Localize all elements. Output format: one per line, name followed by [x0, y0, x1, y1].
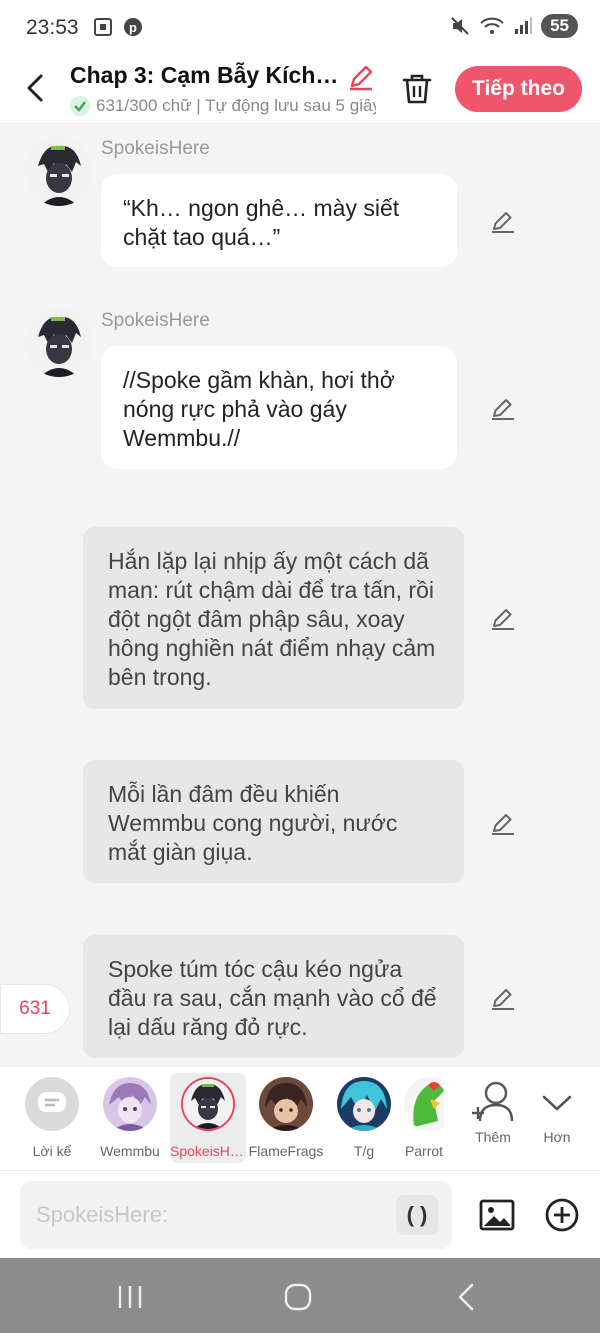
insert-image-button[interactable]	[478, 1196, 516, 1234]
status-time: 23:53	[26, 16, 79, 39]
character-label: Wemmbu	[100, 1143, 160, 1159]
nav-back-icon	[458, 1283, 474, 1311]
avatar	[337, 1077, 391, 1131]
collapse-label: Hơn	[543, 1129, 571, 1145]
pencil-icon	[350, 65, 373, 91]
collapse-characters-button[interactable]: Hơn	[520, 1073, 594, 1163]
speaker-name: SpokeisHere	[101, 138, 210, 159]
wifi-icon	[480, 17, 504, 34]
next-button[interactable]: Tiếp theo	[455, 66, 582, 112]
character-flamefrags[interactable]: FlameFrags	[248, 1073, 324, 1163]
back-button[interactable]	[18, 68, 52, 108]
nav-back-button[interactable]	[446, 1282, 486, 1312]
narrator-avatar	[25, 1077, 79, 1131]
system-navigation-bar	[0, 1258, 600, 1333]
speech-icon	[38, 1092, 66, 1112]
composer: ( )	[0, 1170, 600, 1258]
dialogue-bubble[interactable]: //Spoke gầm khàn, hơi thở nóng rực phả v…	[101, 346, 457, 469]
edit-message-button[interactable]	[489, 604, 517, 632]
home-button[interactable]	[278, 1282, 318, 1312]
word-count-badge[interactable]: 631	[0, 984, 70, 1034]
avatar[interactable]	[24, 307, 94, 377]
avatar	[103, 1077, 157, 1131]
character-label: T/g	[353, 1143, 375, 1159]
message-input[interactable]	[20, 1181, 452, 1249]
edit-icon	[492, 212, 514, 233]
add-person-icon	[472, 1081, 514, 1122]
image-icon	[479, 1199, 515, 1231]
pinterest-icon: p	[124, 18, 142, 36]
narration-block[interactable]: Spoke túm tóc cậu kéo ngửa đầu ra sau, c…	[83, 935, 464, 1058]
edit-title-button[interactable]	[346, 62, 376, 92]
avatar	[259, 1077, 313, 1131]
signal-icon	[515, 17, 533, 34]
check-icon	[74, 101, 86, 112]
add-button[interactable]	[543, 1196, 581, 1234]
back-icon	[27, 74, 43, 102]
delete-button[interactable]	[398, 70, 436, 108]
character-label: FlameFrags	[248, 1143, 324, 1159]
character-spokeishere[interactable]: SpokeisHere	[170, 1073, 246, 1163]
save-status-text: 631/300 chữ | Tự động lưu sau 5 giây	[96, 96, 376, 115]
save-status: 631/300 chữ | Tự động lưu sau 5 giây	[70, 96, 376, 116]
edit-icon	[492, 814, 514, 835]
character-tg[interactable]: T/g	[326, 1073, 402, 1163]
edit-message-button[interactable]	[489, 984, 517, 1012]
avatar[interactable]	[24, 136, 94, 206]
character-picker: Lời kể Wemmbu SpokeisHere FlameFrags T/g…	[0, 1066, 600, 1170]
chapter-title[interactable]: Chap 3: Cạm Bẫy Kích Thích	[70, 62, 340, 89]
svg-text:p: p	[129, 20, 137, 35]
home-icon	[284, 1283, 312, 1311]
avatar	[181, 1077, 235, 1131]
edit-icon	[492, 989, 514, 1010]
add-character-button[interactable]: Thêm	[456, 1073, 530, 1163]
chat-area[interactable]: SpokeisHere “Kh… ngon ghê… mày siết chặt…	[0, 124, 600, 1066]
chevron-down-icon	[542, 1095, 572, 1111]
recent-apps-icon	[118, 1286, 142, 1308]
plus-circle-icon	[545, 1198, 579, 1232]
narration-block[interactable]: Hắn lặp lại nhịp ấy một cách dã man: rút…	[83, 527, 464, 709]
character-label: Parrot	[404, 1143, 444, 1159]
edit-message-button[interactable]	[489, 394, 517, 422]
screenshot-icon	[94, 18, 112, 36]
trash-icon	[402, 74, 432, 104]
recent-apps-button[interactable]	[110, 1282, 150, 1312]
status-bar: 23:53 p 55	[0, 0, 600, 56]
edit-message-button[interactable]	[489, 207, 517, 235]
character-label: Lời kể	[32, 1143, 72, 1159]
speaker-name: SpokeisHere	[101, 310, 210, 331]
dialogue-bubble[interactable]: “Kh… ngon ghê… mày siết chặt tao quá…”	[101, 174, 457, 267]
parenthesis-button[interactable]: ( )	[396, 1195, 438, 1235]
character-narrator[interactable]: Lời kể	[14, 1073, 90, 1163]
avatar	[404, 1077, 444, 1131]
narration-block[interactable]: Mỗi lần đâm đều khiến Wemmbu cong người,…	[83, 760, 464, 883]
battery-indicator: 55	[541, 14, 578, 38]
mute-icon	[451, 17, 469, 35]
edit-icon	[492, 399, 514, 420]
character-wemmbu[interactable]: Wemmbu	[92, 1073, 168, 1163]
character-label: SpokeisHere	[170, 1143, 246, 1159]
edit-message-button[interactable]	[489, 809, 517, 837]
edit-icon	[492, 609, 514, 630]
editor-header: Chap 3: Cạm Bẫy Kích Thích 631/300 chữ |…	[0, 56, 600, 124]
character-parrot[interactable]: Parrot	[404, 1073, 444, 1163]
